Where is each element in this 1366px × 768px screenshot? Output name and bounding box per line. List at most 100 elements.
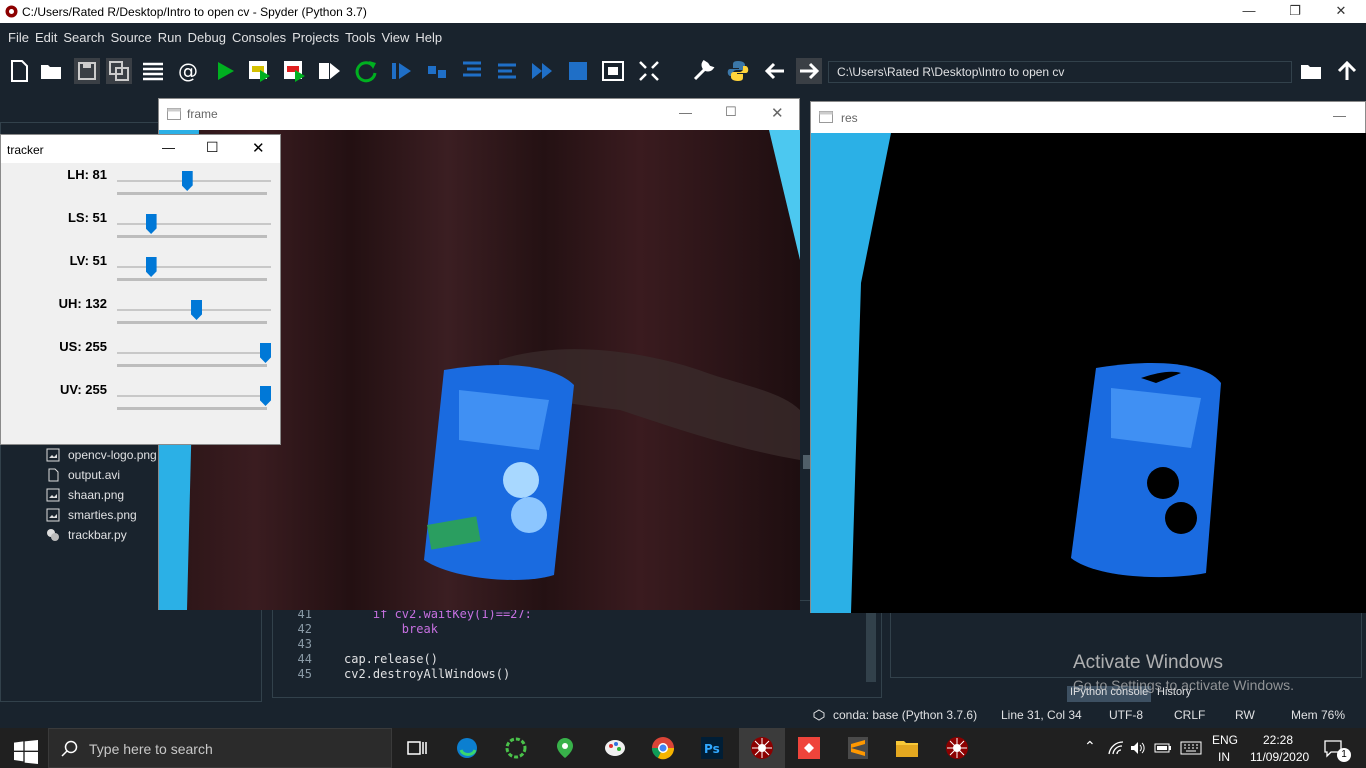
res-title: res bbox=[841, 111, 858, 125]
trackbar-thumb[interactable] bbox=[260, 343, 271, 363]
menu-consoles[interactable]: Consoles bbox=[232, 30, 286, 45]
photoshop-icon[interactable]: Ps bbox=[700, 736, 724, 760]
anydesk-icon[interactable] bbox=[797, 736, 821, 760]
maximize-icon[interactable]: ☐ bbox=[725, 104, 737, 120]
trackbar-rail[interactable] bbox=[117, 395, 271, 397]
frame-title: frame bbox=[187, 107, 218, 121]
windows-start-icon[interactable] bbox=[14, 740, 38, 764]
clock-time[interactable]: 22:28 bbox=[1263, 733, 1293, 747]
task-view-icon[interactable] bbox=[405, 736, 429, 760]
menu-tools[interactable]: Tools bbox=[345, 30, 375, 45]
fullscreen-icon[interactable] bbox=[636, 58, 662, 84]
menu-view[interactable]: View bbox=[381, 30, 409, 45]
minimize-icon[interactable]: — bbox=[679, 105, 692, 120]
trackbar-rail[interactable] bbox=[117, 180, 271, 182]
editor-scrollbar[interactable] bbox=[866, 612, 876, 682]
volume-icon[interactable] bbox=[1130, 741, 1146, 755]
edge-icon[interactable] bbox=[455, 736, 479, 760]
trackbar-rail[interactable] bbox=[117, 266, 271, 268]
close-icon[interactable]: ✕ bbox=[1318, 0, 1364, 23]
menu-projects[interactable]: Projects bbox=[292, 30, 339, 45]
trackbar[interactable]: LV: 51 bbox=[1, 253, 282, 296]
save-all-icon[interactable] bbox=[106, 58, 132, 84]
run-selection-icon[interactable] bbox=[316, 58, 342, 84]
minimize-icon[interactable]: — bbox=[1333, 108, 1346, 123]
taskbar-search[interactable]: Type here to search bbox=[48, 728, 392, 768]
minimize-icon[interactable]: — bbox=[1226, 0, 1272, 23]
trackbar-thumb[interactable] bbox=[145, 214, 157, 234]
trackbar[interactable]: UH: 132 bbox=[1, 296, 282, 339]
list-item[interactable]: shaan.png bbox=[30, 485, 124, 505]
app-green-ring-icon[interactable] bbox=[504, 736, 528, 760]
trackbar[interactable]: UV: 255 bbox=[1, 382, 282, 425]
battery-icon[interactable] bbox=[1154, 742, 1172, 754]
status-memory: Mem 76% bbox=[1291, 708, 1346, 722]
preferences-icon[interactable] bbox=[690, 58, 716, 84]
working-directory-input[interactable]: C:\Users\Rated R\Desktop\Intro to open c… bbox=[828, 61, 1292, 83]
trackbar-rail[interactable] bbox=[117, 223, 271, 225]
step-icon[interactable] bbox=[424, 58, 450, 84]
trackbar-thumb[interactable] bbox=[260, 386, 271, 406]
minimize-icon[interactable]: — bbox=[162, 140, 175, 155]
continue-icon[interactable] bbox=[529, 58, 555, 84]
maximize-pane-icon[interactable] bbox=[600, 58, 626, 84]
parent-directory-icon[interactable] bbox=[1334, 58, 1360, 84]
sublime-icon[interactable] bbox=[846, 736, 870, 760]
trackbar-thumb[interactable] bbox=[181, 171, 193, 191]
code-editor[interactable]: 41 if cv2.waitKey(1)==27: 42 break 43 44… bbox=[276, 605, 866, 695]
list-item[interactable]: trackbar.py bbox=[30, 525, 127, 545]
browse-folder-icon[interactable] bbox=[1298, 58, 1324, 84]
run-icon[interactable] bbox=[212, 58, 238, 84]
list-item[interactable]: smarties.png bbox=[30, 505, 137, 525]
menu-help[interactable]: Help bbox=[415, 30, 442, 45]
menu-edit[interactable]: Edit bbox=[35, 30, 57, 45]
trackbar[interactable]: LH: 81 bbox=[1, 167, 282, 210]
at-icon[interactable]: @ bbox=[175, 58, 201, 84]
step-return-icon[interactable] bbox=[494, 58, 520, 84]
app-green-pin-icon[interactable] bbox=[553, 736, 577, 760]
trackbar-track bbox=[117, 235, 267, 238]
menu-search[interactable]: Search bbox=[63, 30, 104, 45]
list-icon[interactable] bbox=[140, 58, 166, 84]
step-into-icon[interactable] bbox=[459, 58, 485, 84]
restore-icon[interactable]: ❐ bbox=[1272, 0, 1318, 23]
menu-source[interactable]: Source bbox=[111, 30, 152, 45]
debug-icon[interactable] bbox=[388, 58, 414, 84]
stop-icon[interactable] bbox=[565, 58, 591, 84]
chrome-icon[interactable] bbox=[651, 736, 675, 760]
trackbar[interactable]: US: 255 bbox=[1, 339, 282, 382]
back-icon[interactable] bbox=[762, 58, 788, 84]
menu-file[interactable]: File bbox=[8, 30, 29, 45]
spyder-icon-2[interactable] bbox=[945, 736, 969, 760]
wifi-icon[interactable] bbox=[1108, 741, 1124, 755]
menu-debug[interactable]: Debug bbox=[188, 30, 226, 45]
rerun-icon[interactable] bbox=[353, 58, 379, 84]
close-icon[interactable]: ✕ bbox=[771, 104, 784, 122]
clock-date[interactable]: 11/09/2020 bbox=[1250, 750, 1309, 764]
python-path-icon[interactable] bbox=[725, 58, 751, 84]
run-cell-icon[interactable] bbox=[246, 58, 272, 84]
save-icon[interactable] bbox=[74, 58, 100, 84]
list-item[interactable]: opencv-logo.png bbox=[30, 445, 157, 465]
trackbar[interactable]: LS: 51 bbox=[1, 210, 282, 253]
trackbar-thumb[interactable] bbox=[145, 257, 157, 277]
maximize-icon[interactable]: ☐ bbox=[206, 139, 219, 156]
language-primary[interactable]: ENG bbox=[1212, 733, 1238, 747]
trackbar-thumb[interactable] bbox=[191, 300, 203, 320]
trackbar-rail[interactable] bbox=[117, 352, 271, 354]
menu-run[interactable]: Run bbox=[158, 30, 182, 45]
tray-chevron-icon[interactable]: ⌃ bbox=[1084, 738, 1096, 755]
open-file-icon[interactable] bbox=[38, 58, 64, 84]
forward-icon[interactable] bbox=[796, 58, 822, 84]
paint-icon[interactable] bbox=[603, 736, 627, 760]
list-item[interactable]: output.avi bbox=[30, 465, 120, 485]
spyder-icon[interactable] bbox=[750, 736, 774, 760]
language-secondary[interactable]: IN bbox=[1218, 750, 1230, 764]
menu-bar: File Edit Search Source Run Debug Consol… bbox=[0, 23, 1366, 52]
new-file-icon[interactable] bbox=[6, 58, 32, 84]
conda-icon bbox=[813, 709, 825, 721]
keyboard-icon[interactable] bbox=[1180, 741, 1202, 755]
file-explorer-icon[interactable] bbox=[895, 736, 919, 760]
run-cell-advance-icon[interactable] bbox=[281, 58, 307, 84]
close-icon[interactable]: ✕ bbox=[252, 139, 265, 157]
